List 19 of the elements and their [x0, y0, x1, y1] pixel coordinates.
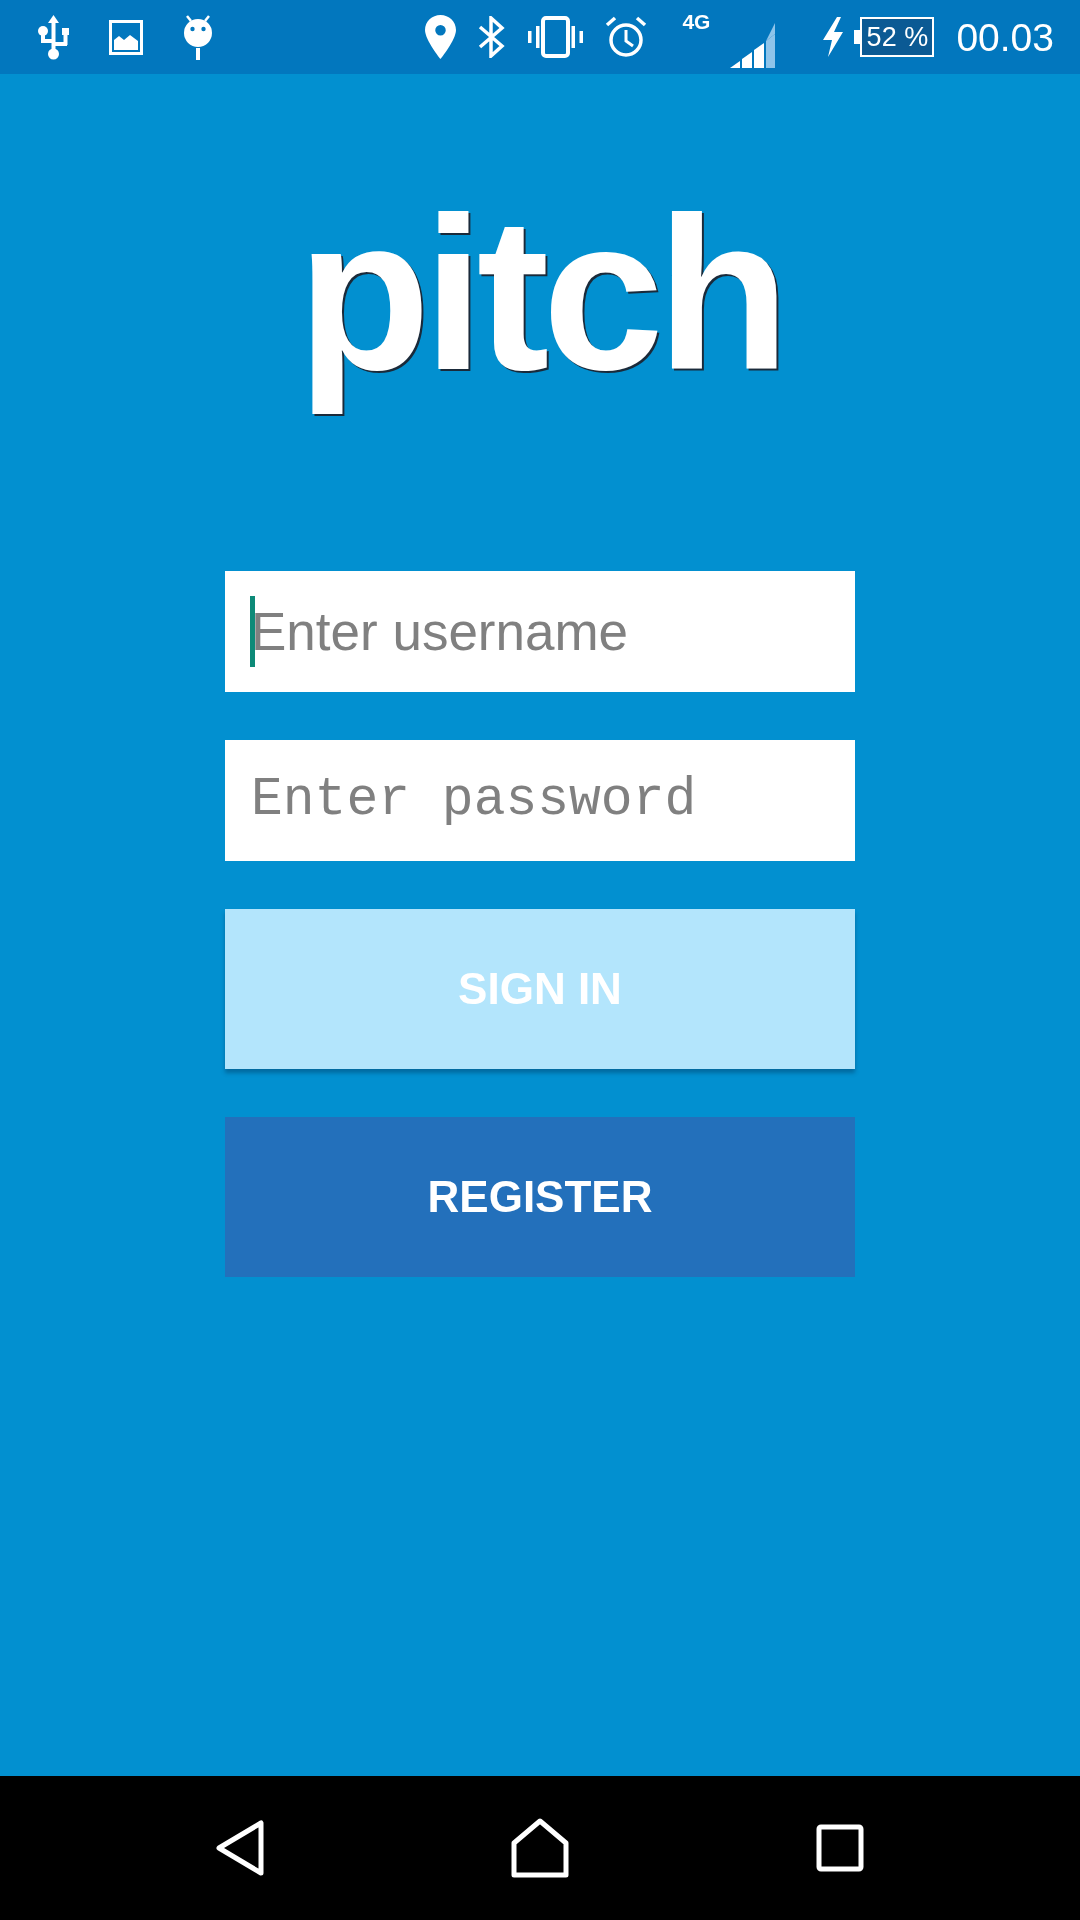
- battery-indicator: 52 %: [854, 17, 935, 57]
- alarm-clock-icon: [605, 16, 648, 58]
- usb-icon: [38, 14, 69, 60]
- network-type-label: 4G: [682, 11, 711, 32]
- location-pin-icon: [425, 15, 457, 59]
- vibrate-icon: [528, 16, 584, 58]
- bluetooth-icon: [478, 16, 507, 58]
- robot-head-icon: [183, 14, 213, 60]
- home-icon: [511, 1818, 569, 1878]
- app-logo: pitch: [296, 171, 784, 417]
- charging-bolt-icon: [821, 17, 846, 57]
- register-button[interactable]: REGISTER: [225, 1116, 855, 1277]
- username-field[interactable]: Enter username: [225, 570, 855, 692]
- back-triangle-icon: [216, 1820, 264, 1876]
- recents-square-icon: [816, 1824, 864, 1872]
- password-field[interactable]: Enter password: [225, 739, 855, 861]
- signal-icon: [730, 23, 776, 68]
- clock-time: 00.03: [956, 17, 1054, 57]
- image-icon: [109, 19, 143, 55]
